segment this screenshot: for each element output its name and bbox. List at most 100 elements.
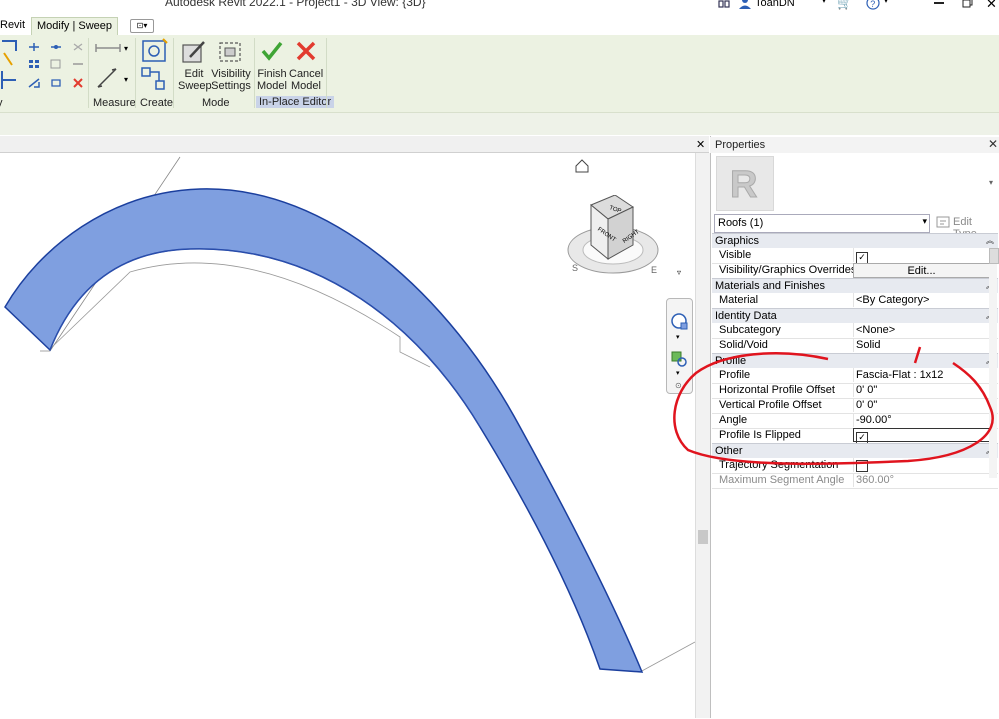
scrollbar-thumb[interactable]	[698, 530, 708, 544]
compass-south-label[interactable]: S	[572, 263, 578, 273]
viewport-tab-strip	[0, 136, 709, 153]
finish-model-button[interactable]: Finish Model	[256, 68, 288, 92]
tab-revit[interactable]: Revit	[0, 17, 30, 34]
dimension-icon[interactable]	[96, 67, 120, 89]
options-bar	[0, 112, 999, 135]
create-group-icon[interactable]	[141, 67, 169, 91]
restore-icon[interactable]	[962, 0, 974, 9]
move-icon[interactable]	[28, 42, 40, 52]
cancel-model-icon[interactable]	[296, 41, 316, 61]
edit-type-icon	[936, 215, 950, 232]
chevron-down-icon[interactable]: ▾	[989, 178, 993, 187]
group-name: Materials and Finishes	[715, 280, 826, 292]
group-name: Identity Data	[715, 310, 777, 322]
cancel-model-button[interactable]: Cancel Model	[289, 68, 323, 92]
edit-sweep-label-line2: Sweep	[178, 80, 212, 92]
cancel-model-label-line2: Model	[291, 80, 321, 92]
red-annotation-circle	[668, 345, 999, 470]
copy-icon[interactable]	[50, 42, 62, 52]
property-key: Material	[719, 294, 759, 306]
minimize-icon[interactable]	[934, 2, 944, 4]
collapse-icon[interactable]: ︽	[986, 234, 994, 248]
ribbon-tab-row: Revit Modify | Sweep ⊡▾	[0, 17, 999, 36]
property-value[interactable]: <None>	[853, 323, 991, 337]
property-key: Maximum Segment Angle	[719, 474, 845, 486]
group-name: Graphics	[715, 235, 760, 247]
cart-icon[interactable]: 🛒	[837, 0, 852, 10]
property-key: Visibility/Graphics Overrides	[719, 264, 857, 276]
username[interactable]: ToanDN	[755, 0, 795, 9]
user-icon[interactable]	[718, 0, 732, 11]
edit-type-button[interactable]: Edit Type	[933, 214, 995, 240]
visibility-settings-button[interactable]: Visibility Settings	[211, 68, 251, 92]
chevron-down-icon[interactable]: ▾	[676, 333, 680, 341]
delete-icon[interactable]	[72, 78, 84, 88]
ribbon: fy ▾ ▾ Measure Create Edit Sweep Visibil…	[0, 35, 999, 112]
svg-text:R: R	[730, 164, 757, 206]
panel-label-mode: Mode	[202, 97, 230, 109]
unpin-icon	[72, 42, 84, 52]
trim-icon[interactable]	[0, 69, 18, 91]
chevron-down-icon[interactable]: ▾	[822, 0, 826, 5]
close-view-icon[interactable]: ✕	[696, 138, 705, 151]
home-icon[interactable]	[574, 159, 590, 173]
type-selector[interactable]: Roofs (1) ▾	[714, 214, 930, 233]
chevron-down-icon[interactable]: ▾	[884, 0, 888, 5]
type-image: R	[716, 156, 774, 211]
chevron-down-icon: ▾	[922, 216, 927, 226]
chevron-down-icon[interactable]: ▾	[124, 75, 128, 84]
property-value[interactable]: <By Category>	[853, 293, 991, 307]
compass-east-label[interactable]: E	[651, 265, 657, 275]
viewcube-menu-icon[interactable]: ▿	[677, 268, 681, 277]
panel-separator	[254, 38, 255, 108]
edit-sweep-icon[interactable]	[180, 39, 208, 65]
finish-model-icon[interactable]	[261, 41, 283, 61]
window-title: Autodesk Revit 2022.1 - Project1 - 3D Vi…	[165, 0, 426, 9]
account-icon[interactable]	[738, 0, 752, 10]
property-key: Visible	[719, 249, 752, 261]
pin-icon[interactable]	[50, 78, 62, 88]
group-header-identity[interactable]: Identity Data ︽	[712, 308, 998, 323]
tab-options-dropdown[interactable]: ⊡▾	[130, 19, 154, 33]
property-row: Maximum Segment Angle 360.00°	[712, 473, 998, 489]
edit-overrides-button[interactable]: Edit...	[853, 263, 990, 278]
align-icon[interactable]	[0, 39, 18, 67]
close-icon[interactable]: ✕	[988, 137, 998, 151]
scale-icon[interactable]	[28, 78, 40, 88]
help-icon[interactable]: ?	[866, 0, 880, 10]
measure-icon[interactable]	[95, 43, 121, 53]
scrollbar-thumb[interactable]	[989, 248, 999, 264]
close-icon[interactable]: ✕	[986, 0, 997, 12]
split-icon	[72, 59, 84, 69]
property-row[interactable]: Visible ✓	[712, 248, 998, 264]
property-key: Subcategory	[719, 324, 781, 336]
property-value[interactable]: ✓	[853, 248, 991, 264]
cancel-model-label-line1: Cancel	[289, 68, 324, 80]
property-value: 360.00°	[853, 473, 991, 487]
finish-model-label-line2: Model	[257, 80, 287, 92]
mirror-icon[interactable]	[50, 59, 62, 69]
chevron-down-icon[interactable]: ▾	[124, 44, 128, 53]
svg-text:?: ?	[870, 0, 875, 9]
property-row[interactable]: Material <By Category>	[712, 293, 998, 309]
tab-modify-sweep[interactable]: Modify | Sweep	[31, 17, 119, 35]
panel-label-measure: Measure	[93, 97, 136, 109]
edit-sweep-button[interactable]: Edit Sweep	[178, 68, 212, 92]
group-header-graphics[interactable]: Graphics ︽	[712, 233, 998, 248]
panel-separator	[88, 38, 89, 108]
group-header-materials[interactable]: Materials and Finishes ︽	[712, 278, 998, 293]
array-icon[interactable]	[28, 59, 40, 69]
panel-label-create: Create	[140, 97, 174, 109]
steering-wheel-icon[interactable]	[670, 312, 688, 330]
panel-separator	[326, 38, 327, 108]
visibility-settings-label-line1: Visibility	[211, 68, 251, 80]
finish-model-label-line1: Finish	[257, 68, 287, 80]
panel-label-in-place-editor: In-Place Editor	[256, 96, 335, 108]
panel-separator	[135, 38, 136, 108]
property-row[interactable]: Visibility/Graphics Overrides Edit...	[712, 263, 998, 279]
visibility-settings-icon[interactable]	[217, 39, 245, 65]
create-component-icon[interactable]	[141, 38, 169, 64]
property-row[interactable]: Subcategory <None>	[712, 323, 998, 339]
panel-separator	[173, 38, 174, 108]
properties-title: Properties	[715, 139, 766, 151]
